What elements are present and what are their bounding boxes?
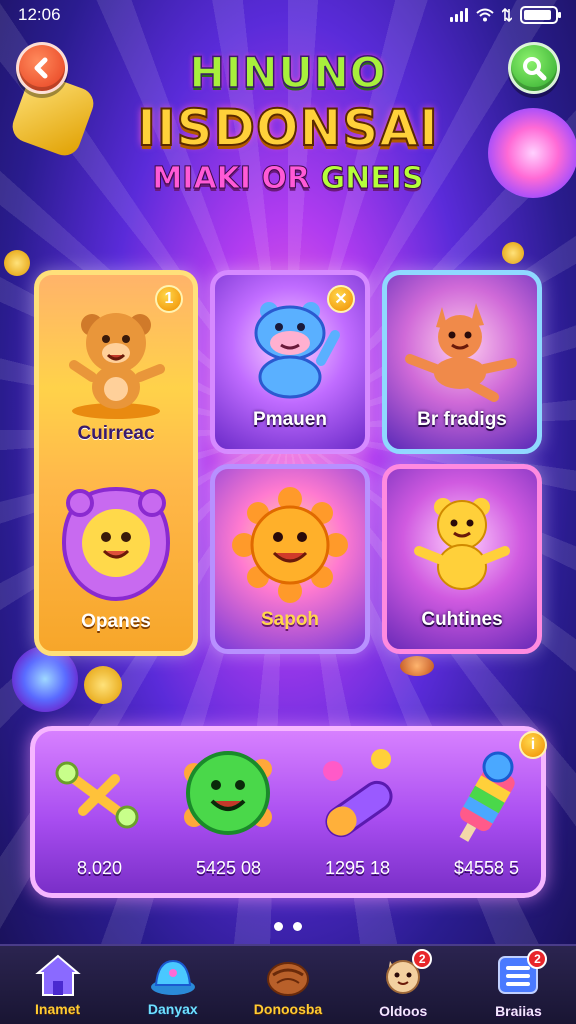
green-slime-icon <box>184 751 272 835</box>
card-label: Cuirreac <box>77 423 155 444</box>
candy-capsule-icon <box>323 749 393 838</box>
shop-item-price: $4558 5 <box>453 858 520 878</box>
nav-item-danyax[interactable]: Danyax <box>115 946 230 1024</box>
nav-label: Inamet <box>35 1001 81 1017</box>
subtitle: MIAKI OR GNEIS <box>0 161 576 197</box>
title-line-2: IISDONSAI <box>136 98 439 158</box>
fox-character-icon <box>405 303 517 402</box>
character-card-cuirreac[interactable]: 1 Cuirreac Opanes <box>34 270 198 656</box>
battery-icon <box>520 6 561 24</box>
page-indicator <box>0 922 576 931</box>
character-card-cuhtines[interactable]: Cuhtines <box>382 464 542 654</box>
notification-badge: 2 <box>412 949 433 969</box>
coin-decoration <box>4 250 30 276</box>
card-label: Br fradigs <box>417 409 507 430</box>
item-shop-strip: 8.020 5425 08 1295 18 i $4558 5 <box>30 726 547 898</box>
nav-label: Braiias <box>495 1003 542 1019</box>
bottom-nav: Inamet Danyax Donoosba 2 Oldoos 2 Braiia… <box>0 944 576 1024</box>
subtitle-part-1: MIAKI OR <box>152 161 321 197</box>
nav-label: Danyax <box>147 1001 198 1017</box>
character-card-br-fradigs[interactable]: Br fradigs <box>382 270 542 454</box>
home-icon <box>34 954 81 996</box>
subtitle-part-2: GNEIS <box>320 161 424 197</box>
nav-item-oldoos[interactable]: 2 Oldoos <box>346 946 461 1024</box>
shop-item-price: 5425 08 <box>195 858 262 878</box>
shop-item-price: 1295 18 <box>324 858 391 878</box>
status-time: 12:06 <box>18 5 61 24</box>
title-line-1: HINUNO <box>189 47 387 98</box>
coin-decoration <box>84 666 122 704</box>
blue-hippo-character-icon <box>254 302 340 399</box>
yellow-bear-character-icon <box>414 498 510 590</box>
nav-label: Donoosba <box>253 1001 323 1017</box>
page-dot[interactable] <box>274 922 283 931</box>
rainbow-pop-icon <box>459 751 515 842</box>
chestnut-icon <box>267 962 309 996</box>
character-card-pmauen[interactable]: ✕ Pmauen <box>210 270 370 454</box>
data-arrows-icon <box>502 8 512 22</box>
card-label: Pmauen <box>253 409 327 430</box>
hat-icon <box>150 959 195 995</box>
character-card-sapoh[interactable]: Sapoh <box>210 464 370 654</box>
shop-item[interactable]: 8.020 <box>35 731 164 893</box>
signal-icon <box>450 8 468 22</box>
wifi-icon <box>476 8 494 22</box>
coin-decoration <box>400 656 434 676</box>
sun-character-icon <box>232 487 348 603</box>
card-label: Opanes <box>81 611 151 632</box>
page-dot[interactable] <box>293 922 302 931</box>
nav-item-donoosba[interactable]: Donoosba <box>230 946 345 1024</box>
bear-character-icon <box>69 313 165 419</box>
game-title: HINUNO IISDONSAI MIAKI OR GNEIS <box>0 47 576 197</box>
shop-item[interactable]: i $4558 5 <box>422 731 551 893</box>
shop-item[interactable]: 1295 18 <box>293 731 422 893</box>
nav-label: Oldoos <box>379 1003 428 1019</box>
shop-item-price: 8.020 <box>76 858 123 878</box>
shop-item[interactable]: 5425 08 <box>164 731 293 893</box>
status-icons <box>450 6 561 24</box>
coin-decoration <box>502 242 524 264</box>
card-label: Sapoh <box>260 609 320 630</box>
notification-badge: 2 <box>527 949 548 969</box>
blob-character-icon <box>61 486 171 602</box>
status-bar: 12:06 <box>0 0 576 30</box>
card-label: Cuhtines <box>421 609 503 630</box>
golden-wand-icon <box>55 761 139 829</box>
nav-item-braiias[interactable]: 2 Braiias <box>461 946 576 1024</box>
nav-item-home[interactable]: Inamet <box>0 946 115 1024</box>
